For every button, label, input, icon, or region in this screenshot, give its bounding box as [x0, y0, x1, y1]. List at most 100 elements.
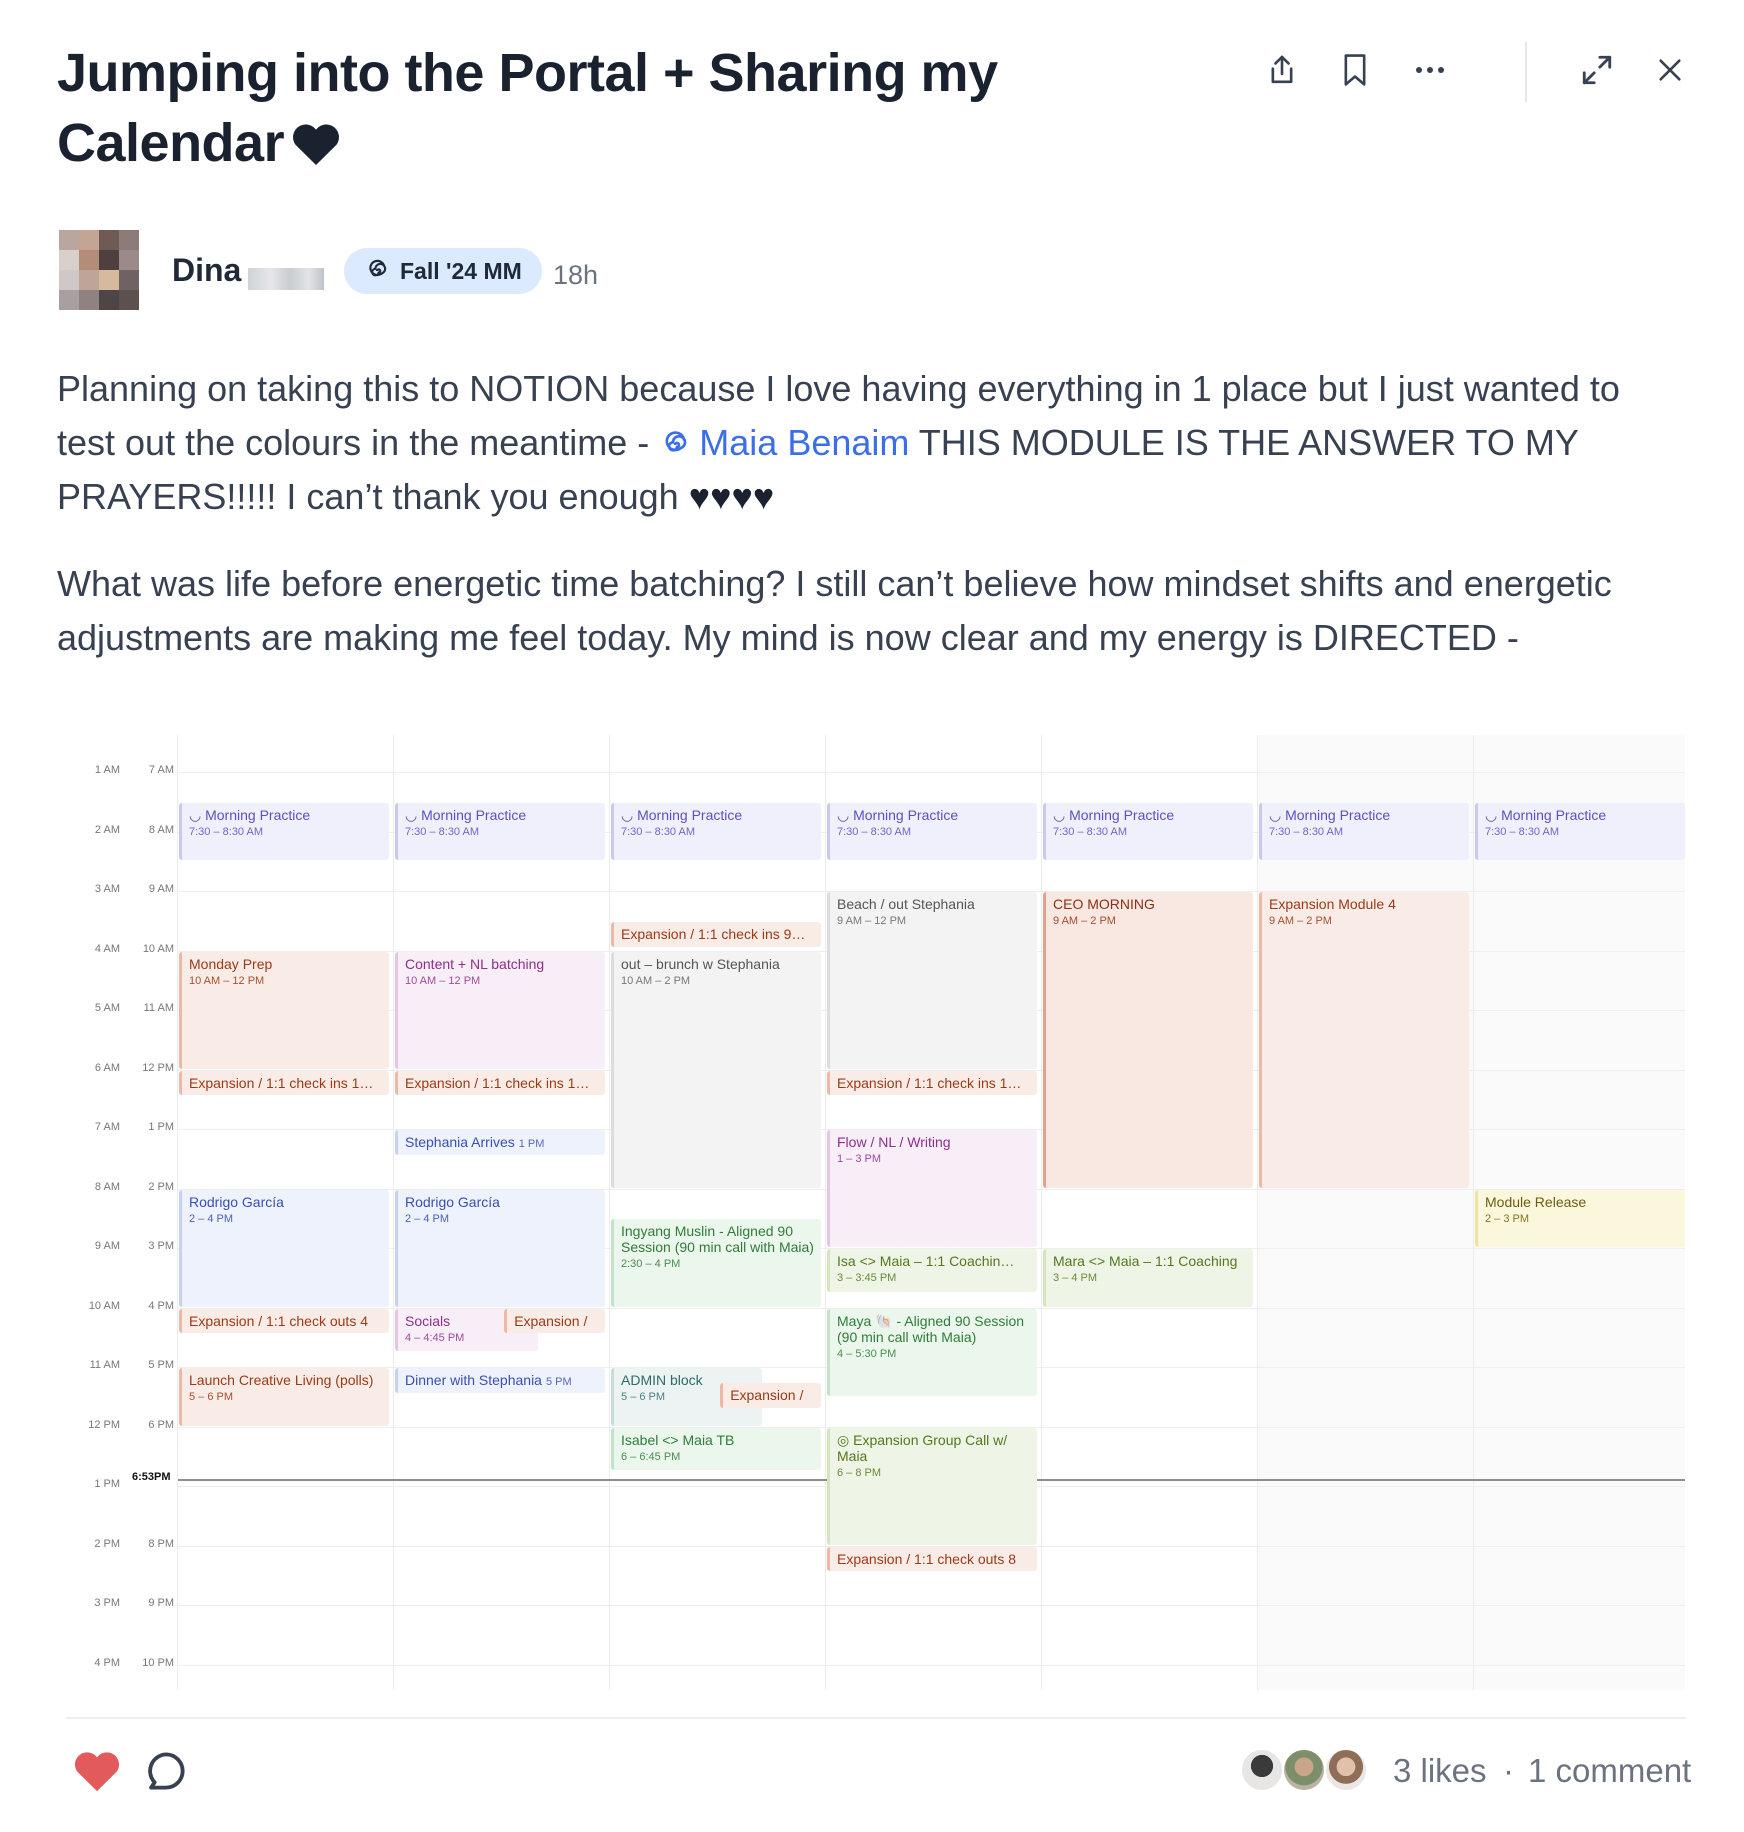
post-time: 18h — [553, 260, 599, 290]
calendar-event[interactable]: Expansion / 1:1 check ins 1… — [827, 1070, 1037, 1096]
calendar-event[interactable]: Expansion / 1:1 check outs 8 — [827, 1546, 1037, 1572]
calendar-event[interactable]: ◡ Morning Practice 7:30 – 8:30 AM — [179, 802, 389, 861]
calendar-event[interactable]: Expansion / — [720, 1382, 821, 1408]
calendar-event[interactable]: ◡ Morning Practice 7:30 – 8:30 AM — [1043, 802, 1253, 861]
calendar-event[interactable]: ◡ Morning Practice 7:30 – 8:30 AM — [395, 802, 605, 861]
user-mention[interactable]: Maia Benaim — [659, 422, 909, 463]
day-divider — [1257, 735, 1258, 1690]
event-title: ◡ Morning Practice — [189, 806, 311, 823]
time-label-secondary: 1 AM — [94, 764, 120, 776]
event-title: Rodrigo García — [189, 1193, 284, 1210]
calendar-event[interactable]: ◎ Expansion Group Call w/ Maia 6 – 8 PM — [827, 1427, 1037, 1545]
time-label-secondary: 6 AM — [94, 1061, 120, 1074]
calendar-event[interactable]: out – brunch w Stephania 10 AM – 2 PM — [611, 951, 821, 1188]
calendar-event[interactable]: Ingyang Muslin - Aligned 90 Session (90 … — [611, 1219, 821, 1307]
event-time: 9 AM – 2 PM — [1053, 915, 1116, 927]
calendar-event[interactable]: Expansion / 1:1 check ins 9… — [611, 921, 821, 947]
bookmark-icon[interactable] — [1333, 48, 1377, 92]
calendar-event[interactable]: Mara <> Maia – 1:1 Coaching 3 – 4 PM — [1043, 1249, 1253, 1307]
calendar-event[interactable]: Beach / out Stephania 9 AM – 12 PM — [827, 892, 1037, 1069]
author-name[interactable]: Dina — [172, 252, 241, 289]
event-title: ◡ Morning Practice — [621, 806, 743, 823]
calendar-event[interactable]: Flow / NL / Writing 1 – 3 PM — [827, 1130, 1037, 1247]
time-label-secondary: 4 AM — [94, 942, 120, 955]
calendar-event[interactable]: ◡ Morning Practice 7:30 – 8:30 AM — [827, 802, 1037, 861]
event-time: 7:30 – 8:30 AM — [189, 825, 263, 838]
calendar-event[interactable]: Maya 🐚 - Aligned 90 Session (90 min call… — [827, 1308, 1037, 1396]
redacted-last-name — [248, 268, 324, 290]
calendar-event[interactable]: Content + NL batching 10 AM – 12 PM — [395, 951, 605, 1069]
day-divider — [177, 735, 178, 1690]
time-label: 3 PM — [148, 1240, 174, 1252]
event-time: 7:30 – 8:30 AM — [1053, 825, 1127, 838]
event-title: Dinner with Stephania 5 PM — [405, 1372, 572, 1388]
calendar-event[interactable]: ◡ Morning Practice 7:30 – 8:30 AM — [611, 802, 821, 861]
event-time: 2 – 4 PM — [189, 1212, 234, 1225]
calendar-event[interactable]: Expansion Module 4 9 AM – 2 PM — [1259, 892, 1469, 1188]
calendar-event[interactable]: Isabel <> Maia TB 6 – 6:45 PM — [611, 1427, 821, 1471]
calendar-event[interactable]: ◡ Morning Practice 7:30 – 8:30 AM — [1259, 802, 1469, 861]
share-icon[interactable] — [1260, 48, 1304, 92]
calendar-event[interactable]: CEO MORNING 9 AM – 2 PM — [1043, 892, 1253, 1188]
time-label: 10 PM — [142, 1656, 174, 1669]
event-title: Flow / NL / Writing — [837, 1134, 951, 1150]
calendar-event[interactable]: Rodrigo García 2 – 4 PM — [179, 1189, 389, 1307]
event-title: ◡ Morning Practice — [405, 806, 527, 823]
calendar-event[interactable]: Monday Prep 10 AM – 12 PM — [179, 951, 389, 1069]
close-icon[interactable] — [1648, 48, 1692, 92]
time-label-secondary: 3 PM — [94, 1597, 120, 1609]
likes-count[interactable]: 3 likes — [1393, 1752, 1487, 1790]
day-divider — [1041, 735, 1042, 1690]
event-title: Beach / out Stephania — [837, 896, 975, 912]
time-label: 8 AM — [148, 823, 174, 836]
event-title: Expansion / 1:1 check ins 1… — [405, 1074, 590, 1091]
calendar-event[interactable]: ◡ Morning Practice 7:30 – 8:30 AM — [1475, 802, 1685, 861]
time-label-secondary: 7 AM — [94, 1121, 120, 1133]
event-time: 9 AM – 12 PM — [837, 915, 907, 927]
more-icon[interactable] — [1408, 48, 1452, 92]
event-time: 7:30 – 8:30 AM — [1269, 825, 1343, 838]
hour-gridline — [177, 772, 1685, 773]
calendar-event[interactable]: Launch Creative Living (polls) 5 – 6 PM — [179, 1368, 389, 1426]
event-title: Isabel <> Maia TB — [621, 1431, 735, 1448]
calendar-event[interactable]: Expansion / — [504, 1308, 605, 1334]
calendar-event[interactable]: Stephania Arrives 1 PM — [395, 1130, 605, 1155]
heart-like-icon[interactable] — [74, 1750, 120, 1792]
footer-divider — [66, 1717, 1686, 1719]
event-time: 3 – 3:45 PM — [837, 1272, 897, 1284]
time-label-secondary: 1 PM — [94, 1478, 120, 1490]
event-title: Module Release — [1485, 1193, 1587, 1210]
event-title: Monday Prep — [189, 955, 273, 972]
event-title: ◡ Morning Practice — [837, 806, 959, 823]
comments-count[interactable]: 1 comment — [1528, 1752, 1691, 1790]
badge-label: Fall '24 MM — [400, 257, 522, 284]
calendar-event[interactable]: Module Release 2 – 3 PM — [1475, 1189, 1685, 1247]
calendar-event[interactable]: Dinner with Stephania 5 PM — [395, 1368, 605, 1393]
time-label-secondary: 10 AM — [88, 1299, 120, 1312]
event-time: 7:30 – 8:30 AM — [405, 825, 479, 838]
event-title: Expansion / 1:1 check outs 8 — [837, 1550, 1016, 1567]
event-time: 7:30 – 8:30 AM — [621, 825, 695, 838]
calendar-event[interactable]: Expansion / 1:1 check outs 4 — [179, 1308, 389, 1334]
avatar[interactable] — [59, 230, 139, 310]
calendar-event[interactable]: Expansion / 1:1 check ins 1… — [179, 1070, 389, 1096]
event-time: 1 – 3 PM — [837, 1153, 882, 1165]
calendar-image: 1 AM 7 AM 2 AM 8 AM 3 AM 9 AM 4 AM 10 AM 5 AM 11 … — [60, 735, 1685, 1690]
cohort-badge[interactable]: Fall '24 MM — [344, 248, 542, 294]
post-title-text: Jumping into the Portal + Sharing my Cal… — [57, 43, 998, 173]
avatar — [1324, 1748, 1368, 1792]
time-label-secondary: 9 AM — [94, 1240, 120, 1252]
event-time: 4 – 5:30 PM — [837, 1347, 897, 1360]
event-title: ◡ Morning Practice — [1485, 806, 1607, 823]
hour-gridline — [177, 1664, 1685, 1666]
calendar-event[interactable]: Isa <> Maia – 1:1 Coachin… 3 – 3:45 PM — [827, 1249, 1037, 1292]
event-title: Ingyang Muslin - Aligned 90 Session (90 … — [621, 1223, 814, 1256]
liker-avatars[interactable] — [1240, 1748, 1370, 1794]
calendar-event[interactable]: Rodrigo García 2 – 4 PM — [395, 1189, 605, 1307]
event-time: 5 – 6 PM — [189, 1391, 234, 1403]
toolbar-divider — [1525, 42, 1527, 102]
comment-icon[interactable] — [145, 1750, 187, 1792]
expand-icon[interactable] — [1575, 48, 1619, 92]
spiral-icon — [369, 259, 387, 277]
calendar-event[interactable]: Expansion / 1:1 check ins 1… — [395, 1070, 605, 1096]
